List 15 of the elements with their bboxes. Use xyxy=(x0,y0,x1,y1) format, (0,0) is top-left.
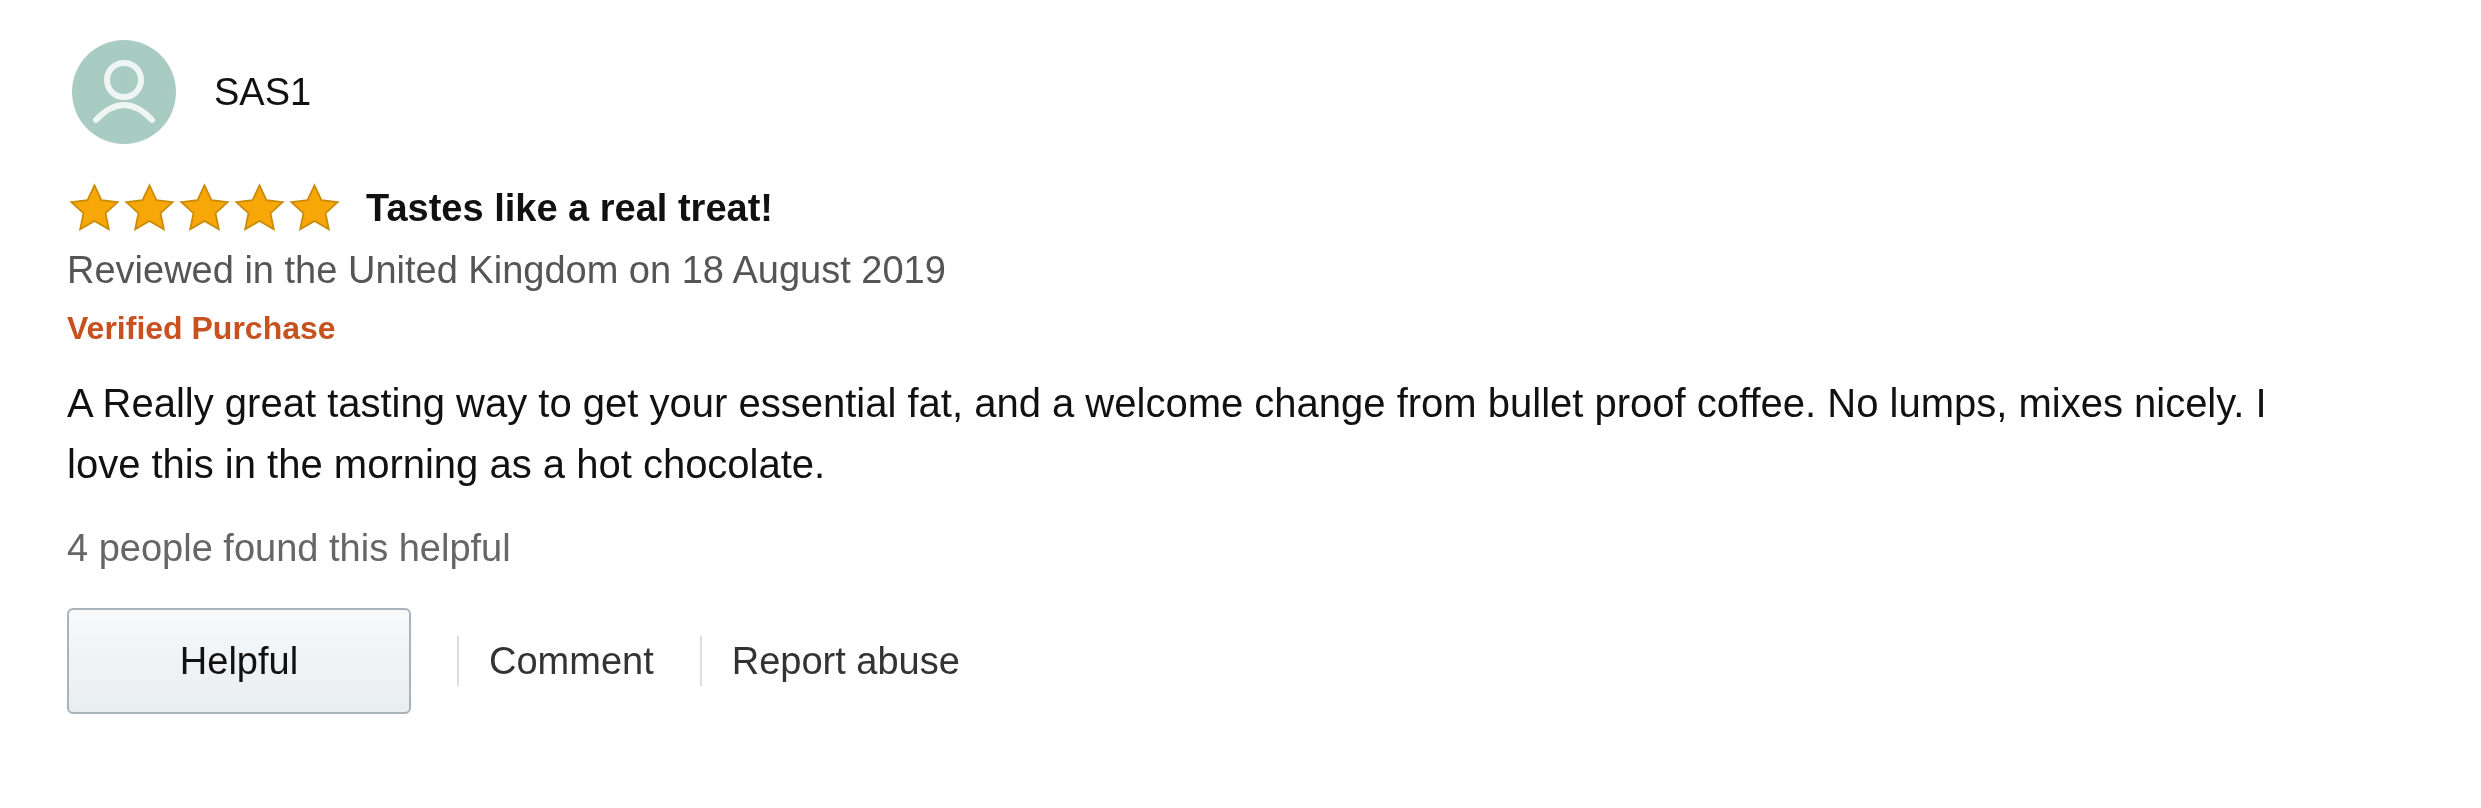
helpful-count: 4 people found this helpful xyxy=(67,527,512,570)
star-icon xyxy=(177,182,232,234)
review-text: A Really great tasting way to get your essential fat, and a welcome change from bullet proof coffee. No lumps, mixes nicely. I love this in the morning as a hot chocolate. xyxy=(67,380,2267,488)
avatar-icon xyxy=(72,40,176,144)
star-icon xyxy=(67,182,122,234)
helpful-button[interactable]: Helpful xyxy=(67,608,411,714)
review-date: Reviewed in the United Kingdom on 18 August 2019 xyxy=(67,248,947,293)
author-name[interactable]: SAS1 xyxy=(214,70,312,114)
review-title[interactable]: Tastes like a real treat! xyxy=(366,186,773,230)
star-icon xyxy=(122,182,177,234)
star-icon xyxy=(232,182,287,234)
action-link[interactable]: Report abuse xyxy=(731,639,960,683)
verified-purchase-label: Verified Purchase xyxy=(67,310,337,347)
action-link[interactable]: Comment xyxy=(489,639,654,683)
star-icon xyxy=(287,182,342,234)
